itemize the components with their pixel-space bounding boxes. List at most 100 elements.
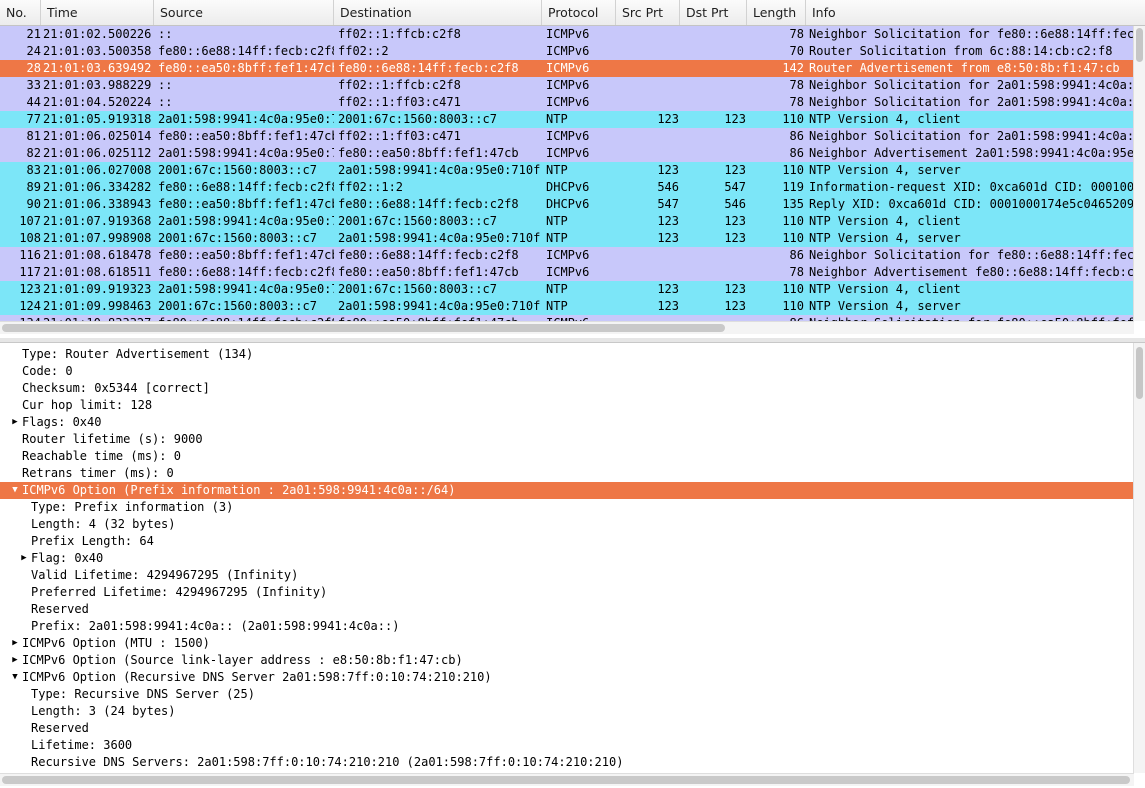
detail-tree-item[interactable]: Length: 4 (32 bytes) <box>0 516 1134 533</box>
expander-collapsed-icon[interactable]: ▶ <box>10 414 20 431</box>
detail-tree-label: Length: 4 (32 bytes) <box>31 517 176 531</box>
packet-cell-src-port: 123 <box>657 112 679 126</box>
packet-cell-info: Neighbor Solicitation for 2a01:598:9941:… <box>809 129 1134 143</box>
detail-tree-item[interactable]: ▼ ICMPv6 Option (Recursive DNS Server 2a0… <box>0 669 1134 686</box>
packet-cell-destination: ff02::1:ff03:c471 <box>338 95 461 109</box>
packet-cell-destination: fe80::ea50:8bff:fef1:47cb <box>338 146 519 160</box>
detail-tree-label: Lifetime: 3600 <box>31 738 133 752</box>
detail-tree-label: Preferred Lifetime: 4294967295 (Infinity… <box>31 585 328 599</box>
detail-tree-label: Flags: 0x40 <box>22 415 102 429</box>
packet-row[interactable]: 83 21:01:06.027008 2001:67c:1560:8003::c7 2… <box>0 162 1134 179</box>
detail-tree-item[interactable]: Reserved <box>0 720 1134 737</box>
packet-cell-source: 2001:67c:1560:8003::c7 <box>158 163 317 177</box>
detail-tree-item[interactable]: Reachable time (ms): 0 <box>0 448 1134 465</box>
packet-row[interactable]: 82 21:01:06.025112 2a01:598:9941:4c0a:95e0… <box>0 145 1134 162</box>
packet-cell-protocol: NTP <box>546 112 568 126</box>
packet-cell-length: 78 <box>789 95 804 109</box>
packet-cell-time: 21:01:02.500226 <box>43 27 152 41</box>
packet-row[interactable]: 24 21:01:03.500358 fe80::6e88:14ff:fecb:c2… <box>0 43 1134 60</box>
packet-cell-info: Neighbor Advertisement 2a01:598:9941:4c0… <box>809 146 1134 160</box>
detail-tree-item[interactable]: Valid Lifetime: 4294967295 (Infinity) <box>0 567 1134 584</box>
packet-row[interactable]: 81 21:01:06.025014 fe80::ea50:8bff:fef1:47… <box>0 128 1134 145</box>
packet-cell-destination: 2001:67c:1560:8003::c7 <box>338 282 497 296</box>
detail-tree-item[interactable]: ▶ ICMPv6 Option (Source link-layer addres… <box>0 652 1134 669</box>
packet-cell-info: Neighbor Solicitation for fe80::6e88:14f… <box>809 248 1134 262</box>
column-header-dst-port[interactable]: Dst Prt <box>680 0 747 25</box>
packet-row[interactable]: 21 21:01:02.500226:: ff02::1:ffcb:c2f8 ICMP… <box>0 26 1134 43</box>
packet-row[interactable]: 89 21:01:06.334282 fe80::6e88:14ff:fecb:c2… <box>0 179 1134 196</box>
packet-list-vertical-scroll-thumb[interactable] <box>1136 28 1143 62</box>
column-header-source[interactable]: Source <box>154 0 334 25</box>
packet-row[interactable]: 124 21:01:09.998463 2001:67c:1560:8003::c7… <box>0 298 1134 315</box>
packet-cell-source: :: <box>158 78 173 92</box>
packet-cell-length: 135 <box>782 197 804 211</box>
detail-tree-item[interactable]: Checksum: 0x5344 [correct] <box>0 380 1134 397</box>
detail-tree-item[interactable]: Cur hop limit: 128 <box>0 397 1134 414</box>
detail-tree-label: Valid Lifetime: 4294967295 (Infinity) <box>31 568 299 582</box>
expander-collapsed-icon[interactable]: ▶ <box>19 550 29 567</box>
details-vertical-scrollbar[interactable] <box>1133 343 1145 773</box>
detail-tree-item[interactable]: ▶ Flags: 0x40 <box>0 414 1134 431</box>
packet-row[interactable]: 117 21:01:08.618511 fe80::6e88:14ff:fecb:c… <box>0 264 1134 281</box>
details-horizontal-scroll-thumb[interactable] <box>2 776 1130 784</box>
detail-tree-item[interactable]: Preferred Lifetime: 4294967295 (Infinity… <box>0 584 1134 601</box>
expander-expanded-icon[interactable]: ▼ <box>10 482 20 499</box>
packet-cell-info: Neighbor Solicitation for 2a01:598:9941:… <box>809 78 1134 92</box>
expander-collapsed-icon[interactable]: ▶ <box>10 635 20 652</box>
detail-tree-item[interactable]: Prefix Length: 64 <box>0 533 1134 550</box>
packet-row[interactable]: 116 21:01:08.618478 fe80::ea50:8bff:fef1:4… <box>0 247 1134 264</box>
detail-tree-item[interactable]: Length: 3 (24 bytes) <box>0 703 1134 720</box>
packet-cell-length: 78 <box>789 78 804 92</box>
expander-expanded-icon[interactable]: ▼ <box>10 669 20 686</box>
column-header-length[interactable]: Length <box>747 0 806 25</box>
packet-details-pane[interactable]: Type: Router Advertisement (134) Code: 0 C… <box>0 343 1145 788</box>
packet-cell-time: 21:01:06.027008 <box>43 163 152 177</box>
packet-row[interactable]: 107 21:01:07.919368 2a01:598:9941:4c0a:95e… <box>0 213 1134 230</box>
packet-row[interactable]: 90 21:01:06.338943 fe80::ea50:8bff:fef1:47… <box>0 196 1134 213</box>
detail-tree-item[interactable]: Router lifetime (s): 9000 <box>0 431 1134 448</box>
detail-tree-item[interactable]: Lifetime: 3600 <box>0 737 1134 754</box>
detail-tree-label: Cur hop limit: 128 <box>22 398 153 412</box>
detail-tree-item[interactable]: ▶ ICMPv6 Option (MTU : 1500) <box>0 635 1134 652</box>
detail-tree-label: Reserved <box>31 721 89 735</box>
column-header-info[interactable]: Info <box>806 0 1145 25</box>
packet-list-horizontal-scrollbar[interactable] <box>0 321 1134 334</box>
details-horizontal-scrollbar[interactable] <box>0 773 1134 786</box>
detail-tree-item[interactable]: Type: Prefix information (3) <box>0 499 1134 516</box>
detail-tree-label: Flag: 0x40 <box>31 551 104 565</box>
column-header-no[interactable]: No. <box>0 0 41 25</box>
detail-tree-item[interactable]: Type: Router Advertisement (134) <box>0 346 1134 363</box>
detail-tree-item[interactable]: Prefix: 2a01:598:9941:4c0a:: (2a01:598:9… <box>0 618 1134 635</box>
detail-tree-item-selected[interactable]: ▼ ICMPv6 Option (Prefix information : 2a0… <box>0 482 1134 499</box>
detail-tree-item[interactable]: Reserved <box>0 601 1134 618</box>
packet-cell-dst-port <box>680 264 747 281</box>
packet-cell-source: 2a01:598:9941:4c0a:95e0:7 <box>158 112 334 126</box>
detail-tree-item[interactable]: ▶ Flag: 0x40 <box>0 550 1134 567</box>
packet-cell-time: 21:01:06.334282 <box>43 180 152 194</box>
packet-row[interactable]: 44 21:01:04.520224:: ff02::1:ff03:c471 ICMP… <box>0 94 1134 111</box>
packet-cell-destination: ff02::1:2 <box>338 180 404 194</box>
detail-tree-item[interactable]: Recursive DNS Servers: 2a01:598:7ff:0:10… <box>0 754 1134 771</box>
column-header-time[interactable]: Time <box>41 0 154 25</box>
details-vertical-scroll-thumb[interactable] <box>1136 347 1143 399</box>
packet-row[interactable]: 108 21:01:07.998908 2001:67c:1560:8003::c7… <box>0 230 1134 247</box>
packet-row[interactable]: 77 21:01:05.919318 2a01:598:9941:4c0a:95e0… <box>0 111 1134 128</box>
packet-cell-info: Router Advertisement from e8:50:8b:f1:47… <box>809 61 1120 75</box>
packet-list-vertical-scrollbar[interactable] <box>1133 26 1145 321</box>
packet-cell-src-port <box>617 94 680 111</box>
packet-cell-src-port <box>617 26 680 43</box>
packet-row[interactable]: 33 21:01:03.988229:: ff02::1:ffcb:c2f8 ICMP… <box>0 77 1134 94</box>
column-header-protocol[interactable]: Protocol <box>542 0 616 25</box>
packet-row[interactable]: 123 21:01:09.919323 2a01:598:9941:4c0a:95e… <box>0 281 1134 298</box>
packet-list-horizontal-scroll-thumb[interactable] <box>2 324 725 332</box>
packet-cell-src-port <box>617 43 680 60</box>
packet-row-selected[interactable]: 28 21:01:03.639492 fe80::ea50:8bff:fef1:47… <box>0 60 1134 77</box>
column-header-destination[interactable]: Destination <box>334 0 542 25</box>
detail-tree-item[interactable]: Retrans timer (ms): 0 <box>0 465 1134 482</box>
packet-cell-time: 21:01:06.025014 <box>43 129 152 143</box>
packet-list-pane[interactable]: No. Time Source Destination Protocol Src… <box>0 0 1145 339</box>
expander-collapsed-icon[interactable]: ▶ <box>10 652 20 669</box>
detail-tree-item[interactable]: Code: 0 <box>0 363 1134 380</box>
column-header-src-port[interactable]: Src Prt <box>616 0 680 25</box>
detail-tree-item[interactable]: Type: Recursive DNS Server (25) <box>0 686 1134 703</box>
